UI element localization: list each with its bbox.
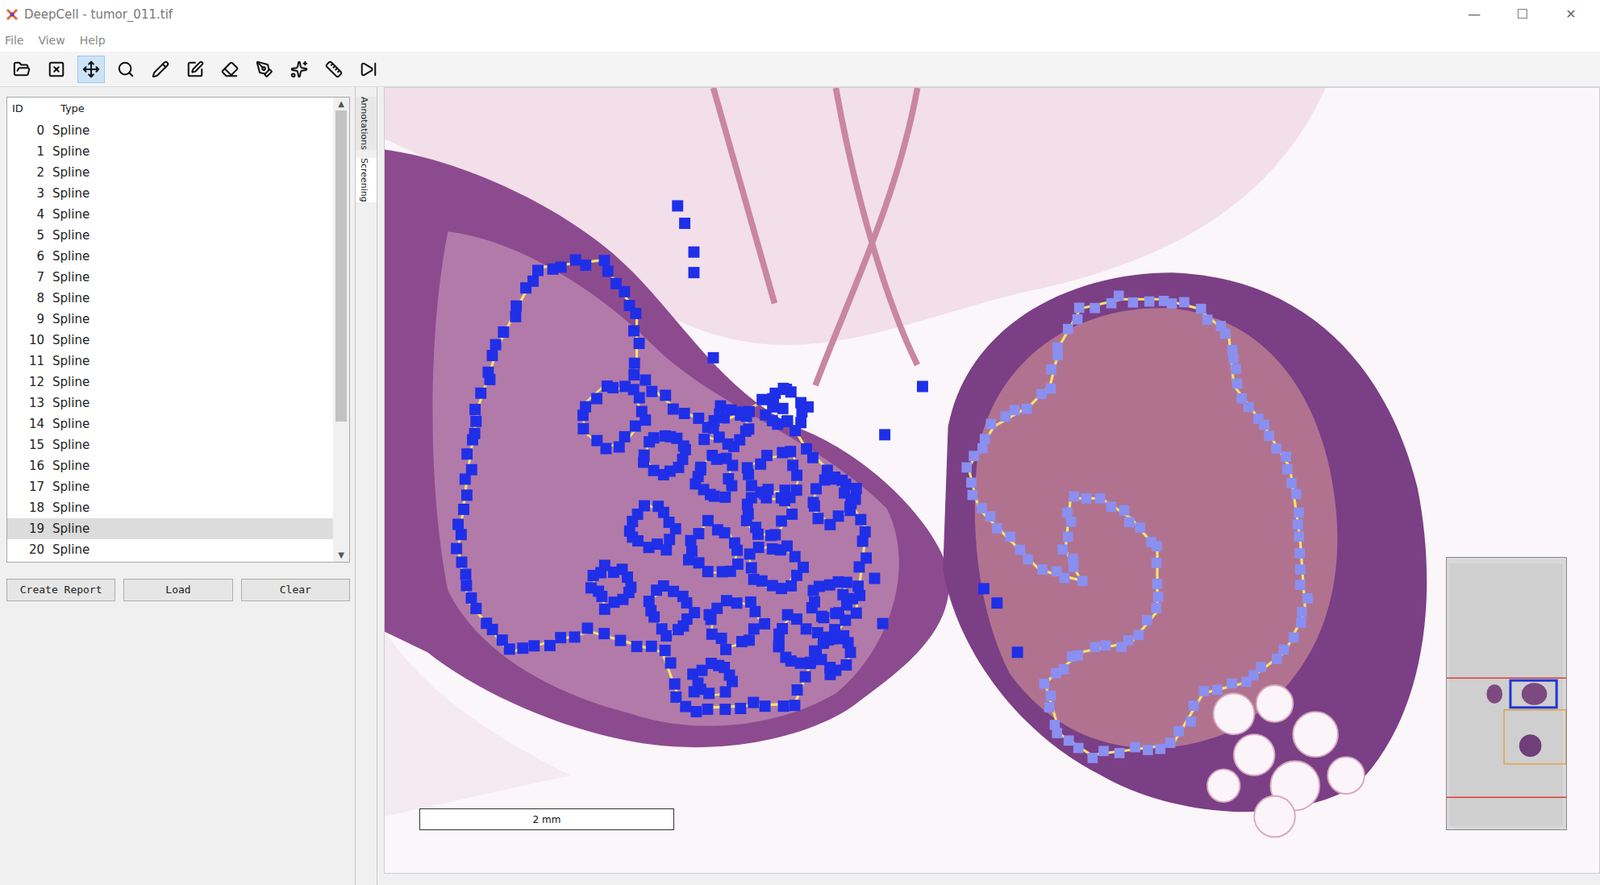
- side-tab[interactable]: Annotations: [355, 96, 377, 150]
- annotation-row[interactable]: 5Spline: [7, 225, 334, 246]
- tool-icon: [47, 60, 66, 79]
- panel-button[interactable]: Create Report: [6, 579, 116, 602]
- tool-icon: [12, 60, 31, 79]
- annotation-row[interactable]: 3Spline: [7, 183, 334, 205]
- left-panel: IDType0Spline1Spline2Spline3Spline4Splin…: [0, 87, 355, 885]
- annotation-row[interactable]: 13Spline: [7, 392, 334, 414]
- side-tab[interactable]: Screening: [355, 158, 377, 203]
- annotation-row[interactable]: 15Spline: [7, 434, 334, 456]
- main-area: IDType0Spline1Spline2Spline3Spline4Splin…: [0, 87, 1600, 885]
- panel-button[interactable]: Clear: [241, 579, 350, 602]
- menu-item[interactable]: View: [37, 32, 65, 50]
- annotation-row[interactable]: 19Spline: [7, 518, 334, 540]
- panel-button[interactable]: Load: [123, 579, 233, 602]
- tool-icon: [220, 60, 239, 79]
- minimap[interactable]: [1445, 557, 1567, 831]
- tool-button[interactable]: [112, 55, 140, 84]
- window-control[interactable]: —: [1450, 4, 1499, 25]
- app-window: DeepCell - tumor_011.tif —☐✕ File View Help I…: [0, 0, 1600, 885]
- annotation-row[interactable]: 6Spline: [7, 245, 334, 267]
- title-bar: DeepCell - tumor_011.tif —☐✕: [0, 0, 1600, 30]
- window-control[interactable]: ✕: [1546, 4, 1596, 25]
- annotation-row[interactable]: 20Spline: [7, 539, 334, 561]
- tool-icon: [359, 60, 378, 79]
- tool-button[interactable]: [216, 55, 244, 84]
- side-tabs: Annotations Screening: [354, 87, 378, 885]
- annotation-row[interactable]: 11Spline: [7, 350, 334, 372]
- menu-item[interactable]: File: [4, 32, 24, 50]
- menu-item[interactable]: Help: [79, 32, 106, 50]
- tool-icon: [116, 60, 135, 79]
- annotation-row[interactable]: 1Spline: [7, 141, 334, 163]
- annotation-row[interactable]: 8Spline: [7, 287, 334, 309]
- tool-icon: [186, 60, 205, 79]
- annotation-row[interactable]: 7Spline: [7, 266, 334, 288]
- annotation-row[interactable]: 17Spline: [7, 476, 334, 498]
- window-title: DeepCell - tumor_011.tif: [24, 5, 173, 25]
- tool-button[interactable]: [285, 55, 313, 84]
- annotation-row[interactable]: 4Spline: [7, 204, 334, 225]
- annotation-row[interactable]: 2Spline: [7, 162, 334, 184]
- tool-button[interactable]: [181, 55, 209, 84]
- tool-icon: [325, 60, 343, 79]
- scale-bar: 2 mm: [419, 808, 675, 831]
- annotation-row[interactable]: 0Spline: [7, 120, 334, 142]
- tool-icon: [82, 60, 100, 79]
- minimap-overview: [1446, 558, 1567, 830]
- tool-icon: [151, 60, 170, 79]
- tool-button[interactable]: [146, 55, 175, 84]
- tool-icon: [290, 60, 309, 79]
- list-header: IDType: [7, 97, 334, 121]
- annotation-list: IDType0Spline1Spline2Spline3Spline4Splin…: [6, 96, 350, 563]
- annotation-left[interactable]: [450, 200, 1023, 717]
- scrollbar[interactable]: ▲▼: [333, 97, 350, 563]
- tool-button[interactable]: [320, 55, 348, 84]
- scrollbar-thumb[interactable]: [335, 110, 347, 422]
- annotation-row[interactable]: 12Spline: [7, 371, 334, 393]
- tool-button[interactable]: [8, 55, 36, 84]
- window-control[interactable]: ☐: [1498, 4, 1547, 25]
- annotation-row[interactable]: 14Spline: [7, 413, 334, 435]
- annotation-right[interactable]: [961, 291, 1313, 764]
- toolbar: [0, 51, 1600, 88]
- tool-button[interactable]: [250, 55, 279, 84]
- tool-button[interactable]: [77, 55, 105, 84]
- annotation-row[interactable]: 18Spline: [7, 497, 334, 519]
- annotation-row[interactable]: 16Spline: [7, 455, 334, 477]
- slide-viewer[interactable]: 2 mm: [383, 87, 1600, 875]
- tool-icon: [255, 60, 274, 79]
- tool-button[interactable]: [354, 55, 383, 84]
- slide-image[interactable]: [384, 87, 1600, 874]
- app-logo-icon: [4, 7, 20, 22]
- menu-bar: File View Help: [0, 29, 1600, 52]
- annotation-row[interactable]: 10Spline: [7, 329, 334, 351]
- tool-button[interactable]: [42, 55, 71, 84]
- annotation-row[interactable]: 9Spline: [7, 308, 334, 330]
